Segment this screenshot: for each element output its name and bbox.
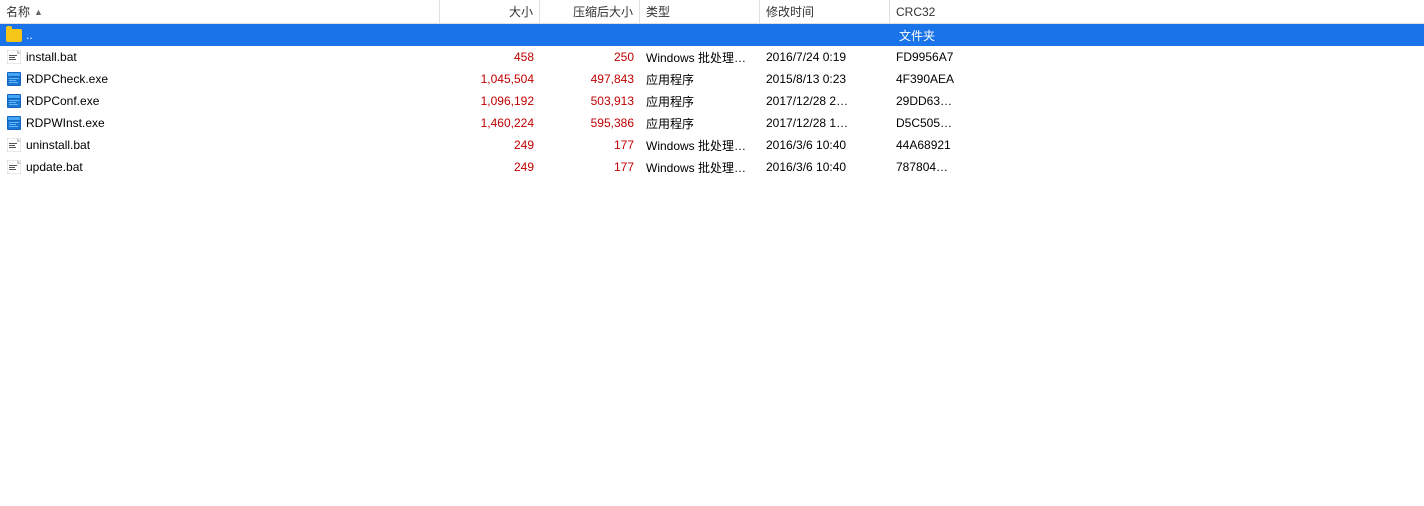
file-name-cell: install.bat: [0, 46, 440, 68]
file-name-text: update.bat: [26, 160, 83, 174]
file-compressed-cell: 503,913: [540, 90, 640, 112]
file-type-cell: 应用程序: [640, 68, 760, 90]
file-type-cell: Windows 批处理…: [640, 134, 760, 156]
file-list: ..文件夹 install.bat458250Windows 批处理…2016/…: [0, 24, 1424, 506]
file-crc-cell: FD9956A7: [890, 46, 990, 68]
exe-icon: [6, 115, 22, 131]
file-compressed-cell: 497,843: [540, 68, 640, 90]
table-row[interactable]: RDPConf.exe 1,096,192503,913应用程序2017/12/2…: [0, 90, 1424, 112]
table-row[interactable]: RDPCheck.exe 1,045,504497,843应用程序2015/8/1…: [0, 68, 1424, 90]
bat-icon: [6, 49, 22, 65]
file-name-text: RDPCheck.exe: [26, 72, 108, 86]
file-name-cell: RDPWInst.exe: [0, 112, 440, 134]
table-row[interactable]: update.bat 249177Windows 批处理…2016/3/6 10:…: [0, 156, 1424, 178]
table-row[interactable]: RDPWInst.exe 1,460,224595,386应用程序2017/12/…: [0, 112, 1424, 134]
file-size-cell: 1,460,224: [440, 112, 540, 134]
table-row[interactable]: .. 文件夹: [0, 24, 1424, 46]
file-manager: 名称 ▲ 大小 压缩后大小 类型 修改时间 CRC32 .. 文件夹 instal…: [0, 0, 1424, 506]
file-crc-cell: [1324, 24, 1424, 46]
file-compressed-cell: 595,386: [540, 112, 640, 134]
col-modified-label: 修改时间: [766, 3, 814, 20]
file-name-cell: uninstall.bat: [0, 134, 440, 156]
exe-icon: [6, 93, 22, 109]
col-name-label: 名称: [6, 3, 30, 20]
col-crc-label: CRC32: [896, 5, 935, 19]
file-crc-cell: D5C505…: [890, 112, 990, 134]
file-name-text: install.bat: [26, 50, 77, 64]
file-name-cell: ..: [0, 24, 440, 46]
file-name-cell: update.bat: [0, 156, 440, 178]
file-type-cell: Windows 批处理…: [640, 46, 760, 68]
file-compressed-cell: 250: [540, 46, 640, 68]
col-name-sort-arrow: ▲: [34, 7, 43, 17]
table-row[interactable]: uninstall.bat 249177Windows 批处理…2016/3/6 …: [0, 134, 1424, 156]
file-name-cell: RDPCheck.exe: [0, 68, 440, 90]
file-type-cell: 文件夹: [640, 24, 1194, 46]
file-type-cell: 应用程序: [640, 90, 760, 112]
file-size-cell: 249: [440, 156, 540, 178]
file-modified-cell: 2015/8/13 0:23: [760, 68, 890, 90]
file-compressed-cell: 177: [540, 156, 640, 178]
col-compressed[interactable]: 压缩后大小: [540, 0, 640, 23]
col-modified[interactable]: 修改时间: [760, 0, 890, 23]
col-size-label: 大小: [509, 3, 533, 20]
col-crc[interactable]: CRC32: [890, 0, 990, 23]
file-modified-cell: 2016/7/24 0:19: [760, 46, 890, 68]
file-modified-cell: 2016/3/6 10:40: [760, 134, 890, 156]
file-name-cell: RDPConf.exe: [0, 90, 440, 112]
col-type[interactable]: 类型: [640, 0, 760, 23]
folder-icon: [6, 27, 22, 43]
file-compressed-cell: [540, 24, 640, 46]
file-name-text: RDPConf.exe: [26, 94, 99, 108]
file-size-cell: 458: [440, 46, 540, 68]
file-size-cell: 1,045,504: [440, 68, 540, 90]
file-crc-cell: 29DD63…: [890, 90, 990, 112]
file-crc-cell: 4F390AEA: [890, 68, 990, 90]
file-compressed-cell: 177: [540, 134, 640, 156]
column-header: 名称 ▲ 大小 压缩后大小 类型 修改时间 CRC32: [0, 0, 1424, 24]
file-modified-cell: 2017/12/28 1…: [760, 112, 890, 134]
bat-icon: [6, 159, 22, 175]
file-crc-cell: 787804…: [890, 156, 990, 178]
col-name[interactable]: 名称 ▲: [0, 0, 440, 23]
col-size[interactable]: 大小: [440, 0, 540, 23]
file-modified-cell: 2016/3/6 10:40: [760, 156, 890, 178]
col-type-label: 类型: [646, 3, 670, 20]
file-type-cell: 应用程序: [640, 112, 760, 134]
file-modified-cell: [1194, 24, 1324, 46]
file-size-cell: 1,096,192: [440, 90, 540, 112]
file-type-cell: Windows 批处理…: [640, 156, 760, 178]
file-name-text: RDPWInst.exe: [26, 116, 105, 130]
file-name-text: ..: [26, 28, 33, 42]
file-crc-cell: 44A68921: [890, 134, 990, 156]
exe-icon: [6, 71, 22, 87]
table-row[interactable]: install.bat 458250Windows 批处理…2016/7/24 0…: [0, 46, 1424, 68]
file-modified-cell: 2017/12/28 2…: [760, 90, 890, 112]
file-name-text: uninstall.bat: [26, 138, 90, 152]
col-compressed-label: 压缩后大小: [573, 3, 633, 20]
file-size-cell: [440, 24, 540, 46]
file-size-cell: 249: [440, 134, 540, 156]
bat-icon: [6, 137, 22, 153]
